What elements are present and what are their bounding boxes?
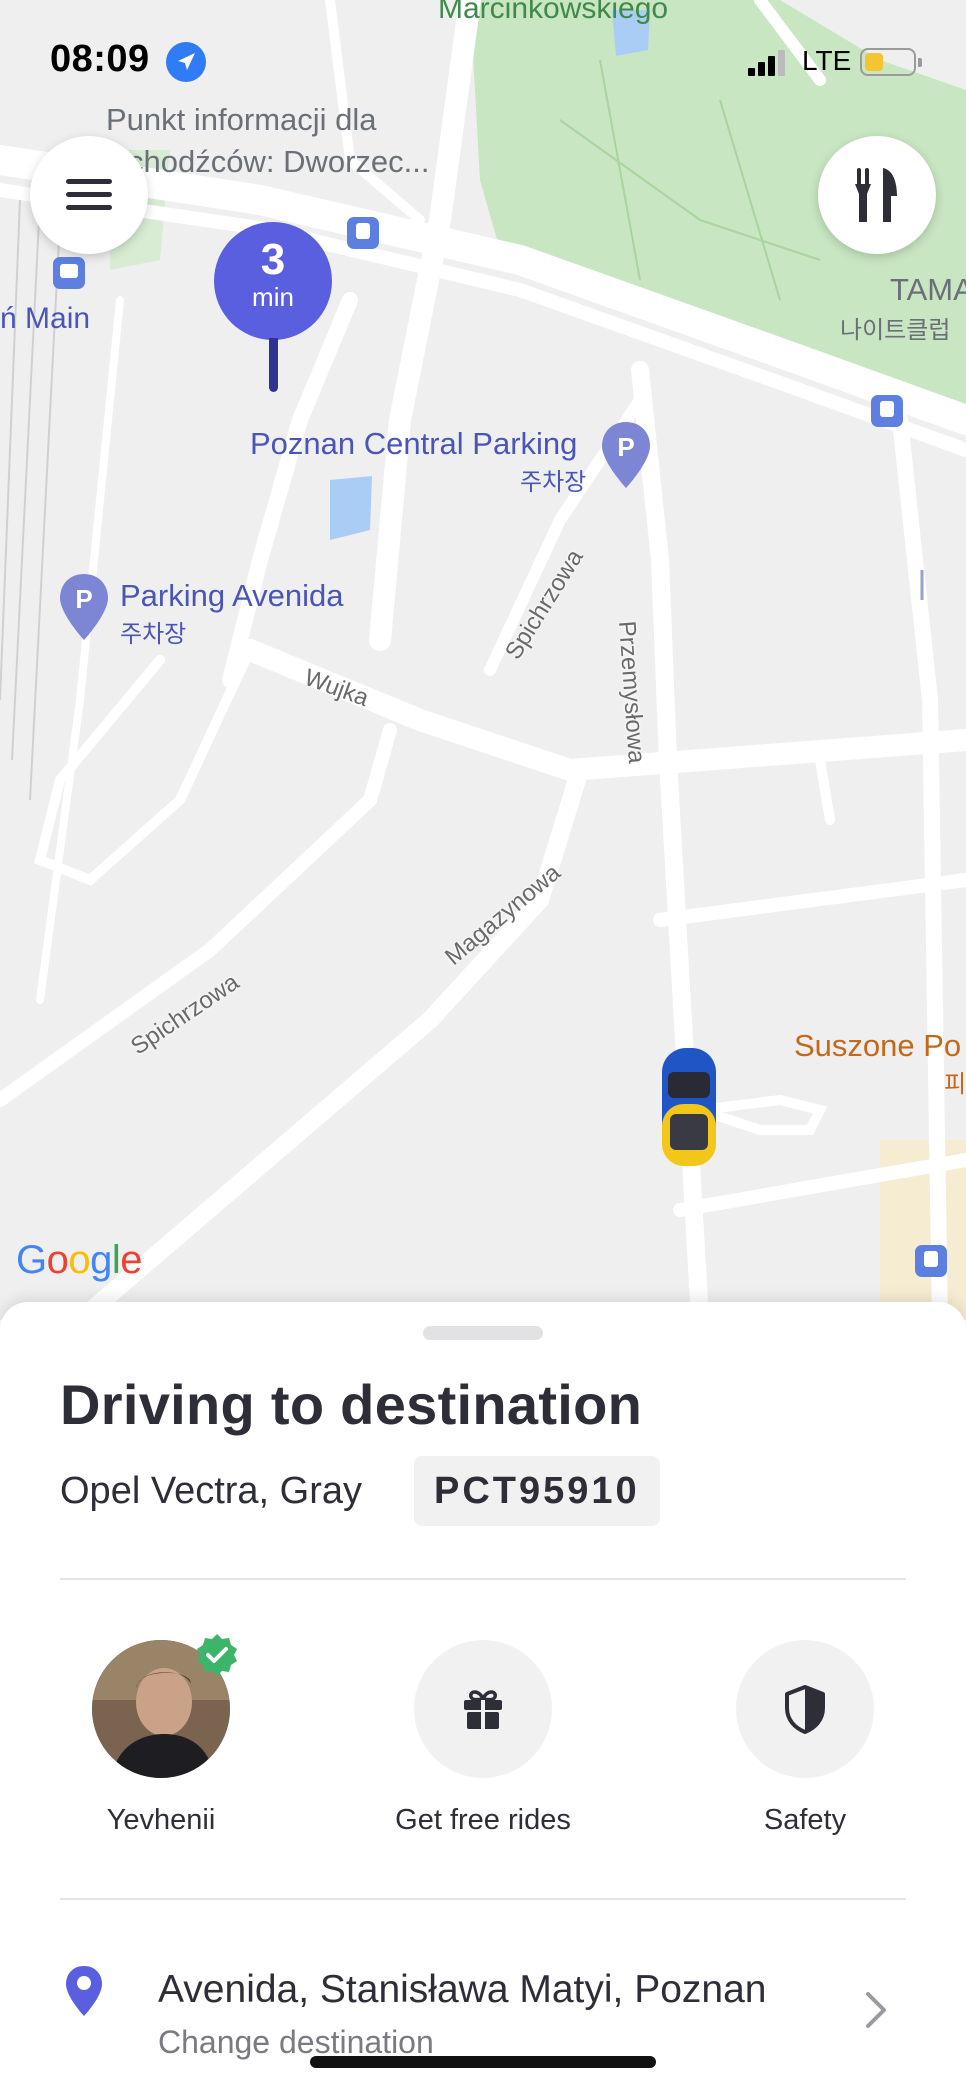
parking-pin-central[interactable]: P (600, 420, 652, 490)
home-indicator[interactable] (310, 2056, 656, 2068)
verified-check-icon (197, 1634, 237, 1676)
map-view[interactable]: P P Marcinkowskiego Punkt informacji dla… (0, 0, 966, 1320)
divider (60, 1578, 906, 1580)
label-marcinkowskiego: Marcinkowskiego (438, 0, 669, 25)
label-suszone-ko: 피 (944, 1071, 966, 1098)
label-parking-avenida: Parking Avenida (120, 578, 344, 613)
label-tama-ko: 나이트클럽 (840, 317, 951, 344)
fork-knife-icon (855, 168, 897, 222)
tram-icon (347, 217, 379, 249)
destination-pin-icon (66, 1966, 102, 2016)
menu-button[interactable] (30, 136, 148, 254)
eta-pin-stem (269, 338, 278, 392)
destination-row[interactable]: Avenida, Stanisława Matyi, Poznan Change… (0, 1932, 966, 2062)
svg-text:P: P (75, 584, 92, 614)
safety-label: Safety (763, 1804, 847, 1836)
cellular-signal-icon (748, 50, 785, 76)
battery-fill (865, 53, 883, 71)
gift-icon (464, 1690, 502, 1729)
location-arrow-icon (166, 42, 206, 82)
status-time: 08:09 (50, 38, 150, 80)
label-tama: TAMA (890, 272, 966, 307)
hamburger-icon (66, 179, 112, 210)
destination-address: Avenida, Stanisława Matyi, Poznan (158, 1968, 767, 2011)
label-info-point-line1: Punkt informacji dla (106, 102, 377, 137)
tram-icon-3 (915, 1245, 947, 1277)
sheet-grabber[interactable] (423, 1326, 543, 1340)
car-description: Opel Vectra, Gray (60, 1470, 363, 1512)
label-central-parking: Poznan Central Parking (250, 426, 578, 461)
shield-icon (785, 1685, 825, 1734)
safety-button[interactable]: Safety (705, 1640, 905, 1837)
battery-icon (860, 48, 922, 76)
label-central-parking-ko: 주차장 (520, 469, 587, 496)
svg-text:P: P (617, 432, 634, 462)
eta-unit: min (252, 282, 294, 312)
google-logo: Google (16, 1238, 143, 1282)
eta-bubble: 3 min (214, 222, 332, 340)
label-main-station: ń Main (0, 302, 91, 335)
car-marker-icon (662, 1048, 716, 1166)
eta-value: 3 (260, 235, 286, 284)
driver-name: Yevhenii (106, 1804, 216, 1836)
trip-status-title: Driving to destination (60, 1373, 643, 1436)
bus-icon (53, 257, 85, 289)
pickup-eta-pin: 3 min (214, 222, 334, 392)
license-plate: PCT95910 (414, 1456, 660, 1526)
divider (60, 1898, 906, 1900)
parking-pin-avenida[interactable]: P (58, 572, 110, 642)
get-free-rides-label: Get free rides (395, 1804, 571, 1836)
label-info-point-line2: chodźców: Dworzec... (128, 144, 430, 179)
driver-profile-button[interactable]: Yevhenii (61, 1634, 261, 1837)
label-suszone: Suszone Po (794, 1028, 962, 1063)
label-parking-avenida-ko: 주차장 (120, 621, 187, 648)
get-free-rides-button[interactable]: Get free rides (383, 1640, 583, 1837)
chevron-right-icon (866, 1992, 886, 2028)
network-type: LTE (802, 45, 852, 76)
tram-icon-2 (871, 395, 903, 427)
restaurant-button[interactable] (818, 136, 936, 254)
trip-bottom-sheet[interactable]: Driving to destination Opel Vectra, Gray… (0, 1302, 966, 2091)
